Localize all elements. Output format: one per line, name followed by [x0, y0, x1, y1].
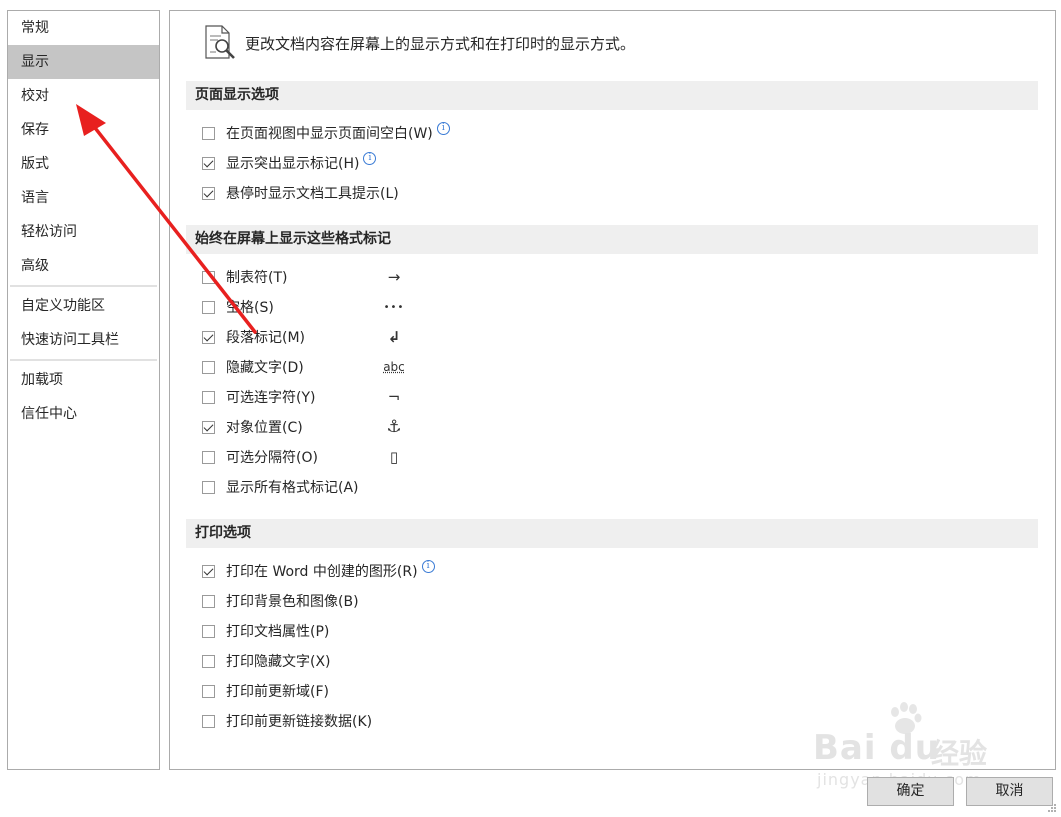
- checkbox[interactable]: [202, 624, 215, 638]
- nav-item-customize-ribbon[interactable]: 自定义功能区: [8, 289, 159, 323]
- checkbox[interactable]: [202, 186, 215, 200]
- ok-button[interactable]: 确定: [867, 777, 954, 806]
- hidden-text-abc-icon: abc: [383, 360, 405, 374]
- option-label: 打印前更新域(F): [226, 684, 329, 700]
- nav-item-advanced[interactable]: 高级: [8, 249, 159, 283]
- checkbox[interactable]: [202, 156, 215, 170]
- nav-item-quick-access-toolbar[interactable]: 快速访问工具栏: [8, 323, 159, 357]
- option-label: 打印文档属性(P): [226, 624, 330, 640]
- option-label: 打印背景色和图像(B): [226, 594, 359, 610]
- nav-item-proofing[interactable]: 校对: [8, 79, 159, 113]
- checkbox[interactable]: [202, 126, 215, 140]
- option-optional-hyphens[interactable]: 可选连字符(Y): [202, 386, 315, 408]
- option-label: 打印隐藏文字(X): [226, 654, 331, 670]
- checkbox[interactable]: [202, 450, 215, 464]
- option-print-background[interactable]: 打印背景色和图像(B): [202, 590, 359, 612]
- option-label: 段落标记(M): [226, 330, 306, 346]
- nav-item-save[interactable]: 保存: [8, 113, 159, 147]
- nav-item-language[interactable]: 语言: [8, 181, 159, 215]
- option-label: 显示所有格式标记(A): [226, 480, 359, 496]
- option-show-whitespace[interactable]: 在页面视图中显示页面间空白(W) i: [202, 121, 450, 144]
- option-show-all-marks[interactable]: 显示所有格式标记(A): [202, 476, 359, 498]
- option-print-hidden-text[interactable]: 打印隐藏文字(X): [202, 650, 331, 672]
- nav-item-accessibility[interactable]: 轻松访问: [8, 215, 159, 249]
- option-update-fields[interactable]: 打印前更新域(F): [202, 680, 329, 702]
- section-print-options: 打印选项: [186, 519, 1038, 548]
- checkbox[interactable]: [202, 390, 215, 404]
- option-show-tooltips[interactable]: 悬停时显示文档工具提示(L): [202, 182, 399, 204]
- info-icon[interactable]: i: [421, 559, 435, 573]
- option-spaces[interactable]: 空格(S): [202, 296, 274, 318]
- checkbox[interactable]: [202, 420, 215, 434]
- option-paragraph-marks[interactable]: 段落标记(M): [202, 326, 305, 348]
- resize-grip-icon[interactable]: [1047, 803, 1057, 813]
- option-hidden-text[interactable]: 隐藏文字(D): [202, 356, 304, 378]
- checkbox[interactable]: [202, 330, 215, 344]
- optional-hyphen-icon: ¬: [387, 388, 401, 406]
- anchor-icon: ⚓: [386, 417, 402, 437]
- option-label: 显示突出显示标记(H): [226, 156, 360, 172]
- option-update-linked-data[interactable]: 打印前更新链接数据(K): [202, 710, 372, 732]
- nav-item-layout[interactable]: 版式: [8, 147, 159, 181]
- checkbox[interactable]: [202, 480, 215, 494]
- nav-item-trust-center[interactable]: 信任中心: [8, 397, 159, 431]
- nav-divider: [10, 359, 157, 361]
- option-print-properties[interactable]: 打印文档属性(P): [202, 620, 329, 642]
- checkbox[interactable]: [202, 360, 215, 374]
- checkbox[interactable]: [202, 684, 215, 698]
- option-optional-breaks[interactable]: 可选分隔符(O): [202, 446, 318, 468]
- info-icon[interactable]: i: [363, 151, 377, 165]
- option-label: 打印前更新链接数据(K): [226, 714, 373, 730]
- section-page-display: 页面显示选项: [186, 81, 1038, 110]
- option-label: 空格(S): [226, 300, 274, 316]
- page-header: 更改文档内容在屏幕上的显示方式和在打印时的显示方式。: [203, 23, 635, 63]
- checkbox[interactable]: [202, 714, 215, 728]
- tab-arrow-icon: →: [387, 268, 401, 286]
- checkbox[interactable]: [202, 270, 215, 284]
- option-label: 打印在 Word 中创建的图形(R): [226, 564, 418, 580]
- optional-break-icon: ▯: [389, 448, 399, 466]
- section-formatting-marks: 始终在屏幕上显示这些格式标记: [186, 225, 1038, 254]
- checkbox[interactable]: [202, 300, 215, 314]
- nav-item-general[interactable]: 常规: [8, 11, 159, 45]
- nav-divider: [10, 285, 157, 287]
- option-object-anchors[interactable]: 对象位置(C): [202, 416, 303, 438]
- cancel-button[interactable]: 取消: [966, 777, 1053, 806]
- option-label: 可选分隔符(O): [226, 450, 318, 466]
- option-print-drawings[interactable]: 打印在 Word 中创建的图形(R) i: [202, 559, 435, 582]
- nav-item-add-ins[interactable]: 加载项: [8, 363, 159, 397]
- option-label: 制表符(T): [226, 270, 288, 286]
- nav-item-display[interactable]: 显示: [8, 45, 159, 79]
- option-label: 隐藏文字(D): [226, 360, 304, 376]
- checkbox[interactable]: [202, 594, 215, 608]
- space-dots-icon: •••: [383, 301, 405, 313]
- checkbox[interactable]: [202, 564, 215, 578]
- option-label: 可选连字符(Y): [226, 390, 316, 406]
- document-magnifier-icon: [205, 25, 235, 59]
- page-description: 更改文档内容在屏幕上的显示方式和在打印时的显示方式。: [245, 34, 636, 53]
- options-content: 更改文档内容在屏幕上的显示方式和在打印时的显示方式。 页面显示选项 在页面视图中…: [169, 10, 1056, 770]
- checkbox[interactable]: [202, 654, 215, 668]
- option-tab-characters[interactable]: 制表符(T): [202, 266, 287, 288]
- option-label: 对象位置(C): [226, 420, 303, 436]
- options-nav: 常规 显示 校对 保存 版式 语言 轻松访问 高级 自定义功能区 快速访问工具栏…: [7, 10, 160, 770]
- option-show-highlighter[interactable]: 显示突出显示标记(H) i: [202, 151, 377, 174]
- info-icon[interactable]: i: [436, 121, 450, 135]
- option-label: 在页面视图中显示页面间空白(W): [226, 126, 433, 142]
- paragraph-return-icon: ↲: [387, 328, 401, 346]
- option-label: 悬停时显示文档工具提示(L): [226, 186, 399, 202]
